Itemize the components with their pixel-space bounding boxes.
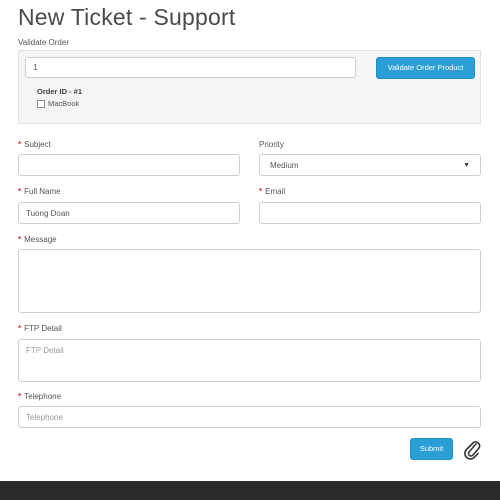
order-id-heading: Order ID - #1 [37, 87, 83, 96]
priority-select[interactable]: Medium ▼ [259, 154, 481, 176]
required-marker: * [18, 235, 22, 244]
email-label: * Email [259, 187, 286, 196]
full-name-input[interactable] [18, 202, 240, 224]
product-checkbox-row[interactable]: MacBook [37, 99, 79, 108]
priority-selected-value: Medium [270, 160, 299, 170]
subject-label: * Subject [18, 140, 51, 149]
caret-down-icon: ▼ [463, 161, 470, 169]
ftp-detail-textarea[interactable] [18, 339, 481, 382]
full-name-label: * Full Name [18, 187, 61, 196]
validate-order-product-button[interactable]: Validate Order Product [376, 57, 475, 79]
message-label: * Message [18, 235, 57, 244]
required-marker: * [18, 140, 22, 149]
telephone-input[interactable] [18, 406, 481, 428]
required-marker: * [18, 392, 22, 401]
submit-button[interactable]: Submit [410, 438, 453, 460]
paperclip-icon[interactable] [462, 438, 482, 460]
email-input[interactable] [259, 202, 481, 224]
required-marker: * [18, 324, 22, 333]
checkbox-icon[interactable] [37, 99, 45, 108]
validate-order-label: Validate Order [18, 38, 69, 47]
ftp-detail-label: * FTP Detail [18, 324, 62, 333]
product-label: MacBook [48, 99, 80, 108]
required-marker: * [259, 187, 263, 196]
telephone-label: * Telephone [18, 392, 62, 401]
footer-bar [0, 481, 500, 500]
priority-label: Priority [259, 140, 284, 149]
required-marker: * [18, 187, 22, 196]
message-textarea[interactable] [18, 249, 481, 313]
page-title: New Ticket - Support [18, 4, 236, 30]
subject-input[interactable] [18, 154, 240, 176]
order-id-input[interactable] [25, 57, 356, 78]
